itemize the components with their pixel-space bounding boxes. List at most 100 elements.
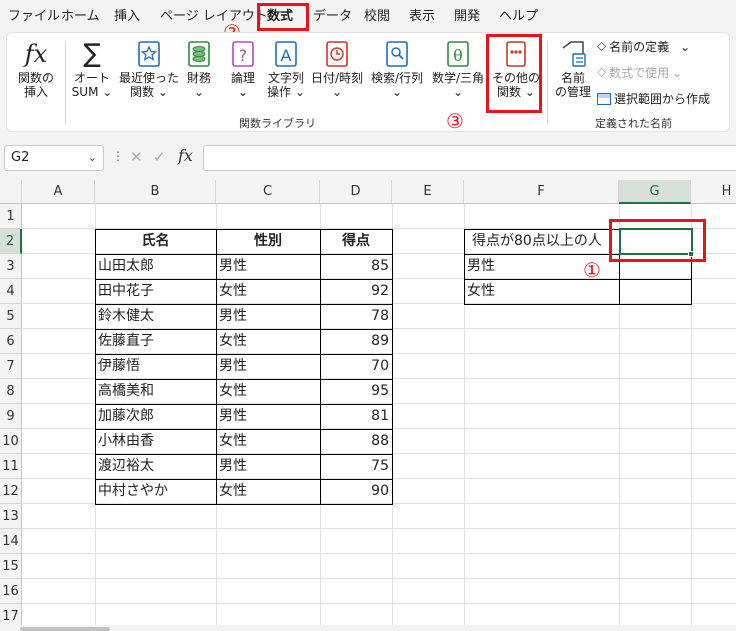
tab-review[interactable]: 校閲 — [364, 8, 390, 26]
table-cell-score[interactable]: 81 — [320, 404, 392, 429]
row-header-6[interactable]: 6 — [0, 329, 22, 354]
table-cell-gender[interactable]: 男性 — [216, 254, 320, 279]
financial-button[interactable]: 財務 ⌄ — [181, 39, 217, 99]
tab-formulas[interactable]: 数式 — [267, 8, 293, 26]
row-header-15[interactable]: 15 — [0, 554, 22, 579]
table-cell-score[interactable]: 78 — [320, 304, 392, 329]
summary-header-cell[interactable]: 得点が80点以上の人 — [464, 229, 619, 254]
table-cell-score[interactable]: 90 — [320, 479, 392, 504]
table-cell-score[interactable]: 75 — [320, 454, 392, 479]
row-header-2[interactable]: 2 — [0, 229, 22, 254]
create-from-selection-button[interactable]: 選択範囲から作成 — [597, 91, 710, 107]
row-header-16[interactable]: 16 — [0, 579, 22, 604]
summary-label-male[interactable]: 男性 — [464, 254, 619, 279]
row-header-9[interactable]: 9 — [0, 404, 22, 429]
fill-handle[interactable] — [688, 251, 694, 257]
summary-value-male[interactable] — [619, 254, 691, 279]
table-cell-gender[interactable]: 女性 — [216, 479, 320, 504]
row-header-11[interactable]: 11 — [0, 454, 22, 479]
logical-button[interactable]: ? 論理 ⌄ — [225, 39, 261, 99]
sigma-icon: ∑ — [83, 39, 101, 69]
math-trig-button[interactable]: θ 数学/三角 ⌄ — [429, 39, 487, 99]
recently-used-button[interactable]: 最近使った 関数 ⌄ — [117, 39, 181, 99]
use-in-formula-button[interactable]: ⬦ 数式で使用 ⌄ — [597, 65, 682, 81]
table-cell-score[interactable]: 88 — [320, 429, 392, 454]
worksheet-grid[interactable]: A B C D E F G H 1 2 3 4 5 6 7 8 9 10 11 12 13 14 15 16 1… — [0, 180, 736, 631]
tab-view[interactable]: 表示 — [409, 8, 435, 26]
tab-data[interactable]: データ — [313, 8, 352, 26]
row-header-8[interactable]: 8 — [0, 379, 22, 404]
select-all-corner[interactable] — [0, 180, 22, 204]
enter-icon[interactable]: ✓ — [153, 148, 166, 166]
column-header-a[interactable]: A — [22, 180, 95, 204]
table-header-score[interactable]: 得点 — [320, 229, 392, 254]
tab-insert[interactable]: 挿入 — [114, 8, 140, 26]
insert-function-button[interactable]: fx 関数の 挿入 — [13, 39, 59, 99]
cancel-icon[interactable]: ✕ — [130, 148, 143, 166]
table-header-name[interactable]: 氏名 — [95, 229, 216, 254]
formula-input[interactable] — [203, 145, 736, 171]
column-header-b[interactable]: B — [95, 180, 216, 204]
summary-label-female[interactable]: 女性 — [464, 279, 619, 304]
tab-page-layout[interactable]: ページ レイアウト — [160, 8, 268, 26]
table-cell-name[interactable]: 山田太郎 — [95, 254, 216, 279]
more-functions-button[interactable]: その他の 関数 ⌄ — [491, 39, 541, 99]
row-header-12[interactable]: 12 — [0, 479, 22, 504]
row-header-7[interactable]: 7 — [0, 354, 22, 379]
table-cell-score[interactable]: 92 — [320, 279, 392, 304]
column-header-d[interactable]: D — [320, 180, 392, 204]
more-options-icon[interactable]: ⋮ — [112, 149, 124, 163]
column-header-e[interactable]: E — [392, 180, 464, 204]
scroll-thumb[interactable] — [20, 627, 110, 631]
table-cell-name[interactable]: 小林由香 — [95, 429, 216, 454]
row-header-3[interactable]: 3 — [0, 254, 22, 279]
column-header-g[interactable]: G — [619, 180, 691, 204]
row-header-13[interactable]: 13 — [0, 504, 22, 529]
column-header-c[interactable]: C — [216, 180, 320, 204]
datetime-button[interactable]: 日付/時刻 ⌄ — [309, 39, 365, 99]
row-header-4[interactable]: 4 — [0, 279, 22, 304]
row-header-1[interactable]: 1 — [0, 204, 22, 229]
tab-help[interactable]: ヘルプ — [499, 8, 538, 26]
horizontal-scrollbar[interactable] — [0, 625, 736, 631]
table-cell-score[interactable]: 89 — [320, 329, 392, 354]
table-cell-name[interactable]: 鈴木健太 — [95, 304, 216, 329]
table-cell-score[interactable]: 95 — [320, 379, 392, 404]
table-cell-name[interactable]: 伊藤悟 — [95, 354, 216, 379]
table-cell-name[interactable]: 高橋美和 — [95, 379, 216, 404]
insert-function-icon[interactable]: fx — [178, 146, 193, 165]
tab-home[interactable]: ホーム — [61, 8, 100, 26]
table-cell-name[interactable]: 田中花子 — [95, 279, 216, 304]
summary-value-female[interactable] — [619, 279, 691, 304]
table-cell-name[interactable]: 渡辺裕太 — [95, 454, 216, 479]
autosum-button[interactable]: ∑ オート SUM ⌄ — [69, 39, 115, 99]
table-cell-score[interactable]: 70 — [320, 354, 392, 379]
row-header-10[interactable]: 10 — [0, 429, 22, 454]
define-name-button[interactable]: ⬦ 名前の定義 ⌄ — [597, 39, 690, 55]
table-cell-gender[interactable]: 女性 — [216, 379, 320, 404]
row-header-14[interactable]: 14 — [0, 529, 22, 554]
table-cell-name[interactable]: 佐藤直子 — [95, 329, 216, 354]
name-box[interactable]: G2 ⌄ — [4, 145, 104, 171]
row-header-5[interactable]: 5 — [0, 304, 22, 329]
tab-file[interactable]: ファイル — [8, 8, 60, 26]
table-cell-gender[interactable]: 男性 — [216, 304, 320, 329]
table-cell-gender[interactable]: 女性 — [216, 279, 320, 304]
name-manager-button[interactable]: 名前 の管理 — [551, 39, 595, 99]
lookup-button[interactable]: 検索/行列 ⌄ — [369, 39, 425, 99]
table-cell-gender[interactable]: 男性 — [216, 354, 320, 379]
text-functions-button[interactable]: A 文字列 操作 ⌄ — [265, 39, 307, 99]
table-cell-name[interactable]: 中村さやか — [95, 479, 216, 504]
table-cell-gender[interactable]: 女性 — [216, 429, 320, 454]
gridline — [691, 204, 692, 631]
column-header-h[interactable]: H — [691, 180, 736, 204]
selected-cell-g2[interactable] — [619, 228, 693, 255]
tab-developer[interactable]: 開発 — [454, 8, 480, 26]
table-cell-name[interactable]: 加藤次郎 — [95, 404, 216, 429]
table-cell-gender[interactable]: 男性 — [216, 454, 320, 479]
column-header-f[interactable]: F — [464, 180, 619, 204]
table-cell-score[interactable]: 85 — [320, 254, 392, 279]
table-cell-gender[interactable]: 男性 — [216, 404, 320, 429]
table-header-gender[interactable]: 性別 — [216, 229, 320, 254]
table-cell-gender[interactable]: 女性 — [216, 329, 320, 354]
